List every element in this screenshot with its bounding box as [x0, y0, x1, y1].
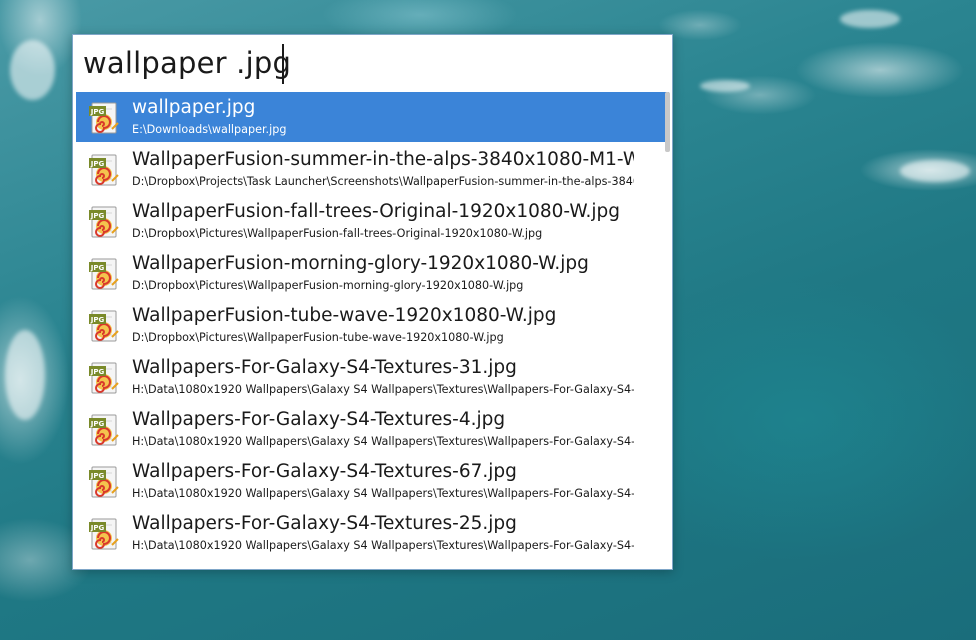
- result-item[interactable]: JPG WallpaperFusion-tube-wave-1920x1080-…: [76, 300, 669, 350]
- result-item[interactable]: JPG Wallpapers-For-Galaxy-S4-Textures-25…: [76, 508, 669, 558]
- launcher-window: JPG wallpaper.jpg E:\Downloads\wallpaper.…: [72, 34, 673, 570]
- svg-text:JPG: JPG: [90, 160, 105, 168]
- svg-text:JPG: JPG: [90, 108, 105, 116]
- jpg-file-icon: JPG: [89, 102, 119, 134]
- svg-text:JPG: JPG: [90, 212, 105, 220]
- result-file-path: E:\Downloads\wallpaper.jpg: [132, 123, 287, 136]
- jpg-file-icon: JPG: [89, 414, 119, 446]
- result-item[interactable]: JPG WallpaperFusion-fall-trees-Original-…: [76, 196, 669, 246]
- svg-text:JPG: JPG: [90, 420, 105, 428]
- result-file-name: Wallpapers-For-Galaxy-S4-Textures-67.jpg: [132, 461, 517, 482]
- wave-foam: [10, 40, 55, 100]
- result-file-path: H:\Data\1080x1920 Wallpapers\Galaxy S4 W…: [132, 487, 634, 500]
- result-file-path: D:\Dropbox\Pictures\WallpaperFusion-tube…: [132, 331, 504, 344]
- jpg-file-icon: JPG: [89, 518, 119, 550]
- result-file-name: WallpaperFusion-summer-in-the-alps-3840x…: [132, 149, 634, 170]
- result-file-path: H:\Data\1080x1920 Wallpapers\Galaxy S4 W…: [132, 539, 634, 552]
- result-file-name: WallpaperFusion-morning-glory-1920x1080-…: [132, 253, 589, 274]
- result-file-name: WallpaperFusion-tube-wave-1920x1080-W.jp…: [132, 305, 557, 326]
- jpg-file-icon: JPG: [89, 310, 119, 342]
- result-file-path: H:\Data\1080x1920 Wallpapers\Galaxy S4 W…: [132, 435, 634, 448]
- jpg-file-icon: JPG: [89, 362, 119, 394]
- result-file-path: D:\Dropbox\Projects\Task Launcher\Screen…: [132, 175, 634, 188]
- result-file-name: wallpaper.jpg: [132, 97, 256, 118]
- result-file-name: Wallpapers-For-Galaxy-S4-Textures-31.jpg: [132, 357, 517, 378]
- text-caret: [282, 44, 284, 84]
- svg-text:JPG: JPG: [90, 264, 105, 272]
- result-item[interactable]: JPG WallpaperFusion-morning-glory-1920x1…: [76, 248, 669, 298]
- search-input[interactable]: [83, 41, 643, 85]
- svg-text:JPG: JPG: [90, 368, 105, 376]
- svg-text:JPG: JPG: [90, 472, 105, 480]
- wave-foam: [900, 160, 970, 182]
- wave-foam: [5, 330, 45, 420]
- jpg-file-icon: JPG: [89, 466, 119, 498]
- search-bar: [73, 35, 672, 91]
- result-item[interactable]: JPG WallpaperFusion-summer-in-the-alps-3…: [76, 144, 669, 194]
- svg-text:JPG: JPG: [90, 524, 105, 532]
- result-item[interactable]: JPG Wallpapers-For-Galaxy-S4-Textures-4.…: [76, 404, 669, 454]
- result-file-path: H:\Data\1080x1920 Wallpapers\Galaxy S4 W…: [132, 383, 634, 396]
- jpg-file-icon: JPG: [89, 258, 119, 290]
- result-item[interactable]: JPG Wallpapers-For-Galaxy-S4-Textures-67…: [76, 456, 669, 506]
- result-file-name: WallpaperFusion-fall-trees-Original-1920…: [132, 201, 621, 222]
- result-file-path: D:\Dropbox\Pictures\WallpaperFusion-fall…: [132, 227, 543, 240]
- result-file-name: Wallpapers-For-Galaxy-S4-Textures-25.jpg: [132, 513, 517, 534]
- scrollbar-thumb[interactable]: [665, 92, 670, 152]
- jpg-file-icon: JPG: [89, 154, 119, 186]
- svg-text:JPG: JPG: [90, 316, 105, 324]
- results-list: JPG wallpaper.jpg E:\Downloads\wallpaper.…: [73, 92, 672, 569]
- wave-foam: [840, 10, 900, 28]
- result-item[interactable]: JPG wallpaper.jpg E:\Downloads\wallpaper.…: [76, 92, 669, 142]
- result-item[interactable]: JPG Wallpapers-For-Galaxy-S4-Textures-31…: [76, 352, 669, 402]
- jpg-file-icon: JPG: [89, 206, 119, 238]
- result-file-name: Wallpapers-For-Galaxy-S4-Textures-4.jpg: [132, 409, 506, 430]
- result-file-path: D:\Dropbox\Pictures\WallpaperFusion-morn…: [132, 279, 524, 292]
- wave-foam: [700, 80, 750, 92]
